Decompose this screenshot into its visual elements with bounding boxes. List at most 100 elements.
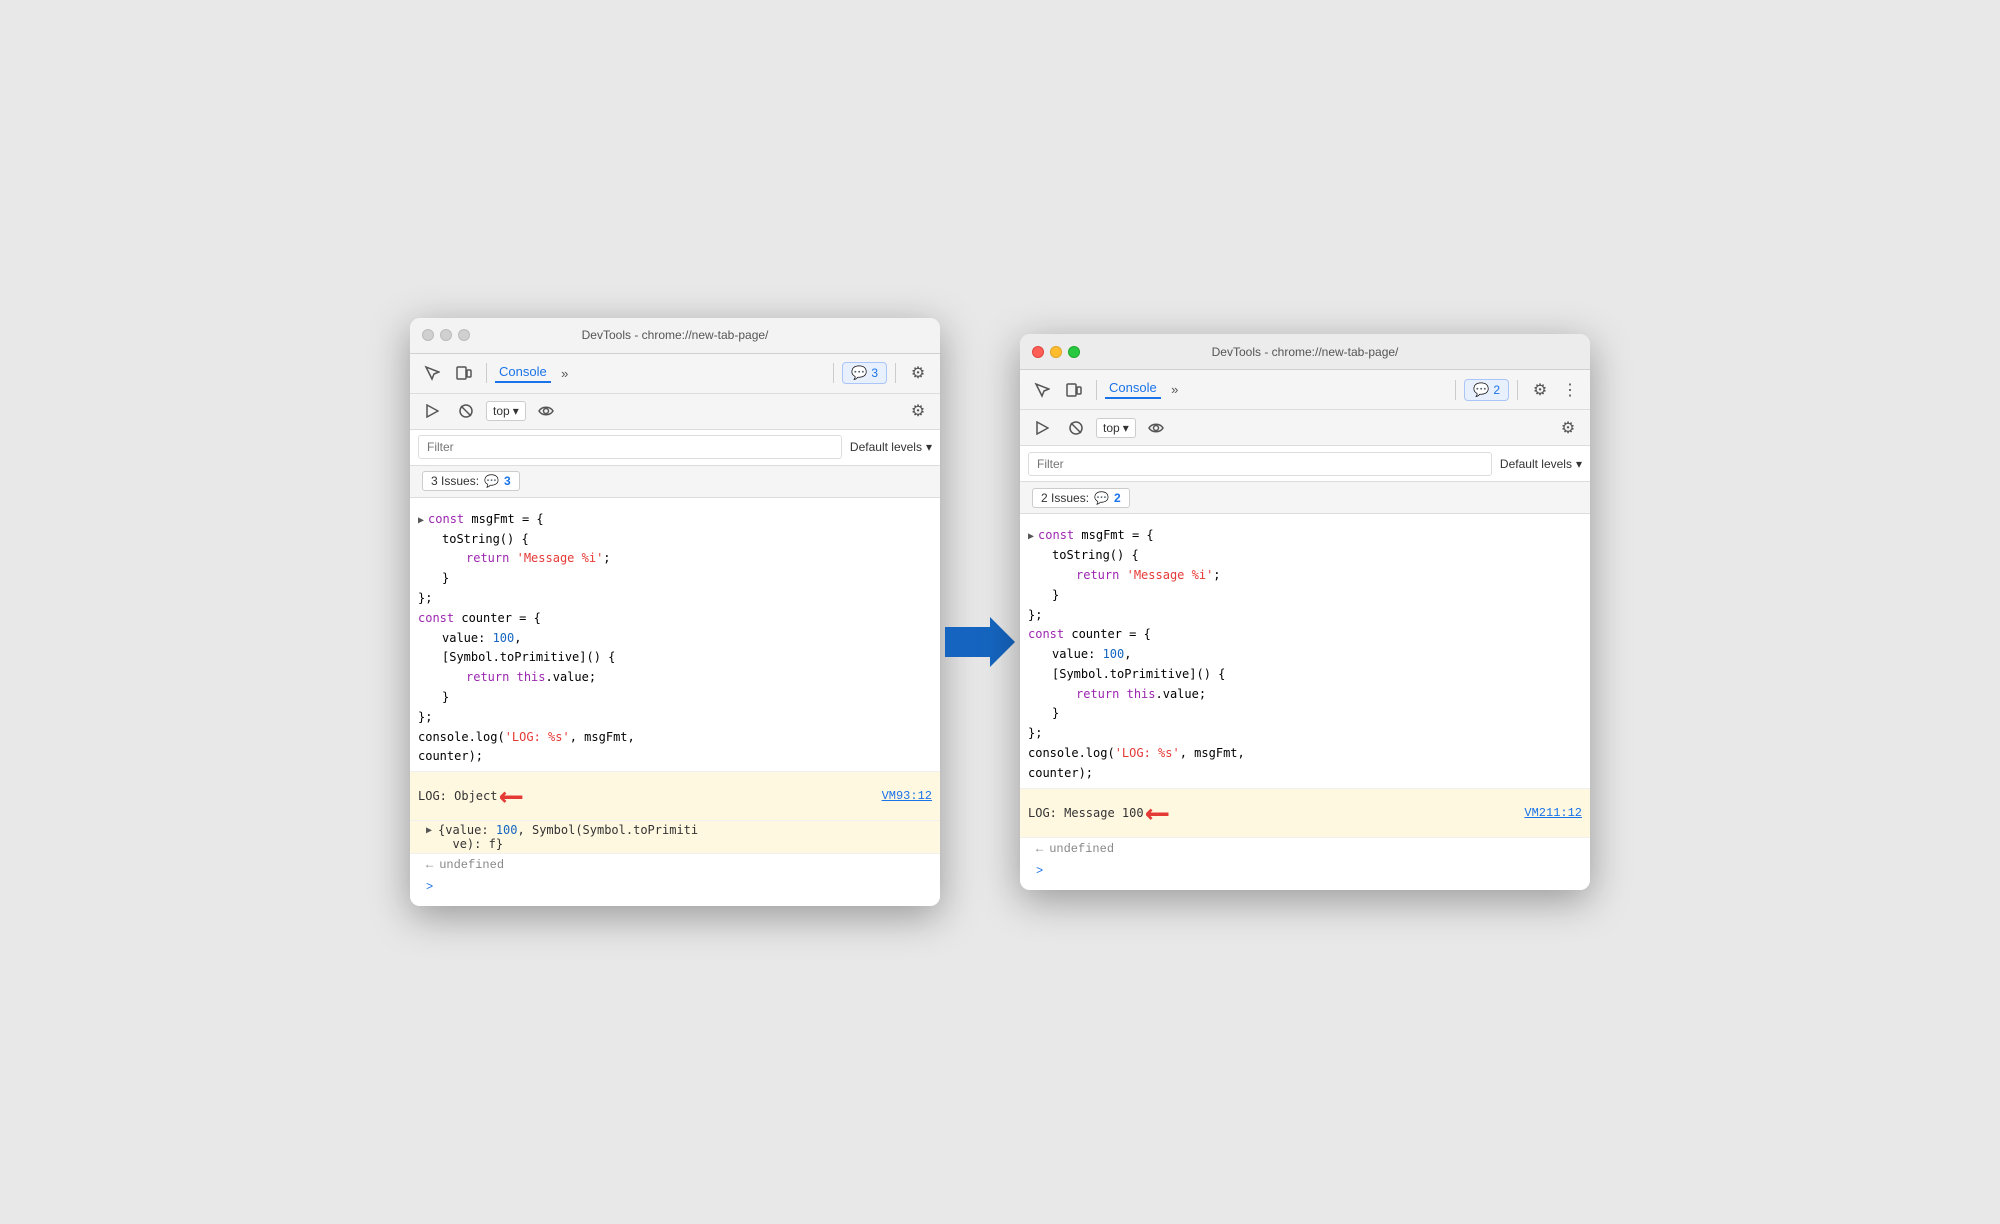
left-device-icon[interactable]: [450, 359, 478, 387]
right-code-line-2: toString() {: [1028, 546, 1582, 566]
left-close-button[interactable]: [422, 329, 434, 341]
left-object-detail: ▶ {value: 100, Symbol(Symbol.toPrimiti v…: [410, 821, 940, 854]
left-code-area: ▶ const msgFmt = { toString() { return '…: [410, 506, 940, 771]
right-issues-icon: 💬: [1094, 491, 1109, 505]
left-expand-1[interactable]: ▶: [418, 513, 424, 530]
right-vm-link[interactable]: VM211:12: [1524, 806, 1582, 820]
left-log-output: LOG: Object ⟵ VM93:12: [410, 771, 940, 821]
right-console-tab[interactable]: Console: [1105, 380, 1161, 399]
left-toolbar-sep1: [486, 363, 487, 383]
left-code-line-11: };: [418, 708, 932, 728]
left-levels-chevron: ▾: [926, 440, 932, 454]
right-code-line-4: }: [1028, 586, 1582, 606]
right-filter-bar: Default levels ▾: [1020, 446, 1590, 482]
left-undefined-line: ← undefined: [410, 854, 940, 876]
right-more-button[interactable]: ⋮: [1558, 380, 1582, 400]
left-code-line-12: console.log('LOG: %s', msgFmt,: [418, 728, 932, 748]
right-minimize-button[interactable]: [1050, 346, 1062, 358]
left-console-settings-icon[interactable]: ⚙: [904, 397, 932, 425]
right-right-settings: ⚙: [1554, 414, 1582, 442]
left-prompt-symbol: >: [426, 880, 433, 894]
left-prompt-line[interactable]: >: [410, 876, 940, 898]
right-traffic-lights: [1032, 346, 1080, 358]
left-code-line-13: counter);: [418, 747, 932, 767]
left-toolbar-sep3: [895, 363, 896, 383]
right-top-label: top: [1103, 421, 1120, 435]
right-block-icon[interactable]: [1062, 414, 1090, 442]
right-log-output: LOG: Message 100 ⟵ VM211:12: [1020, 788, 1590, 838]
left-issues-bar: 3 Issues: 💬 3: [410, 466, 940, 498]
left-window-title: DevTools - chrome://new-tab-page/: [582, 328, 769, 342]
left-eye-icon[interactable]: [532, 397, 560, 425]
left-toolbar-sep2: [833, 363, 834, 383]
right-code-line-6: const counter = {: [1028, 625, 1582, 645]
right-toolbar-sep1: [1096, 380, 1097, 400]
left-block-icon[interactable]: [452, 397, 480, 425]
right-console-settings-icon[interactable]: ⚙: [1554, 414, 1582, 442]
left-top-chevron: ▾: [513, 404, 519, 418]
left-expand-obj[interactable]: ▶: [426, 825, 432, 837]
left-vm-link[interactable]: VM93:12: [882, 789, 932, 803]
left-issues-icon: 💬: [484, 474, 499, 488]
right-more-tabs-icon[interactable]: »: [1161, 376, 1189, 404]
right-code-area: ▶ const msgFmt = { toString() { return '…: [1020, 522, 1590, 787]
right-main-toolbar: Console » 💬 2 ⚙ ⋮: [1020, 370, 1590, 410]
left-code-line-2: toString() {: [418, 530, 932, 550]
left-filter-input[interactable]: [418, 435, 842, 459]
blue-right-arrow: [945, 617, 1015, 667]
right-code-line-3: return 'Message %i';: [1028, 566, 1582, 586]
right-default-levels[interactable]: Default levels ▾: [1500, 457, 1582, 471]
left-filter-bar: Default levels ▾: [410, 430, 940, 466]
right-devtools-window: DevTools - chrome://new-tab-page/ Consol…: [1020, 334, 1590, 889]
blue-arrow-container: [940, 617, 1020, 667]
right-close-button[interactable]: [1032, 346, 1044, 358]
left-devtools-window: DevTools - chrome://new-tab-page/ Consol…: [410, 318, 940, 906]
right-issues-count: 2: [1114, 491, 1121, 505]
left-red-arrow: ⟵: [501, 776, 520, 816]
right-issues-badge[interactable]: 💬 2: [1464, 379, 1509, 401]
right-settings-icon[interactable]: ⚙: [1526, 376, 1554, 404]
left-play-icon[interactable]: [418, 397, 446, 425]
right-issues-bar: 2 Issues: 💬 2: [1020, 482, 1590, 514]
right-eye-icon[interactable]: [1142, 414, 1170, 442]
left-more-tabs-icon[interactable]: »: [551, 359, 579, 387]
left-code-line-1: ▶ const msgFmt = {: [418, 510, 932, 530]
left-console-content: ▶ const msgFmt = { toString() { return '…: [410, 498, 940, 906]
right-toolbar-sep2: [1455, 380, 1456, 400]
right-undefined-text: undefined: [1049, 842, 1114, 856]
left-default-levels[interactable]: Default levels ▾: [850, 440, 932, 454]
right-expand-1[interactable]: ▶: [1028, 529, 1034, 546]
left-code-line-8: [Symbol.toPrimitive]() {: [418, 648, 932, 668]
right-filter-input[interactable]: [1028, 452, 1492, 476]
right-top-selector[interactable]: top ▾: [1096, 418, 1136, 438]
left-issues-badge[interactable]: 💬 3: [842, 362, 887, 384]
right-maximize-button[interactable]: [1068, 346, 1080, 358]
left-code-line-10: }: [418, 688, 932, 708]
right-play-icon[interactable]: [1028, 414, 1056, 442]
right-issues-text: 2 Issues:: [1041, 491, 1089, 505]
left-inspect-icon[interactable]: [418, 359, 446, 387]
left-code-line-7: value: 100,: [418, 629, 932, 649]
left-issues-badge-bar[interactable]: 3 Issues: 💬 3: [422, 471, 520, 491]
right-code-line-9: return this.value;: [1028, 685, 1582, 705]
left-console-tab[interactable]: Console: [495, 364, 551, 383]
right-undefined-line: ← undefined: [1020, 838, 1590, 860]
right-prompt-symbol: >: [1036, 864, 1043, 878]
left-tab-underline: [495, 381, 551, 383]
right-less-than: ←: [1036, 842, 1043, 856]
left-minimize-button[interactable]: [440, 329, 452, 341]
right-badge-icon: 💬: [1473, 382, 1489, 398]
right-code-line-8: [Symbol.toPrimitive]() {: [1028, 665, 1582, 685]
right-inspect-icon[interactable]: [1028, 376, 1056, 404]
left-top-label: top: [493, 404, 510, 418]
left-settings-icon[interactable]: ⚙: [904, 359, 932, 387]
right-device-icon[interactable]: [1060, 376, 1088, 404]
right-levels-chevron: ▾: [1576, 457, 1582, 471]
left-maximize-button[interactable]: [458, 329, 470, 341]
left-top-selector[interactable]: top ▾: [486, 401, 526, 421]
left-less-than: ←: [426, 858, 433, 872]
right-issues-badge-bar[interactable]: 2 Issues: 💬 2: [1032, 488, 1130, 508]
left-tab-area: Console »: [495, 359, 825, 387]
right-prompt-line[interactable]: >: [1020, 860, 1590, 882]
right-tab-underline: [1105, 397, 1161, 399]
